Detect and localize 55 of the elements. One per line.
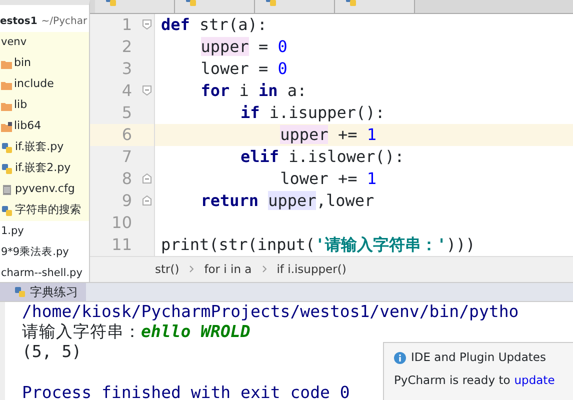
code-line: for i in a:	[200, 80, 307, 102]
code-line: lower += 1	[280, 168, 376, 190]
notification-title: IDE and Plugin Updates	[411, 349, 546, 366]
console-command: /home/kiosk/PycharmProjects/westos1/venv/bin/pytho	[22, 302, 519, 322]
tree-item[interactable]: bin	[14, 55, 32, 72]
code-line: print(str(input('请输入字符串：')))	[161, 234, 476, 256]
line-number: 11	[110, 234, 133, 256]
folder-icon	[1, 100, 12, 110]
chevron-icon	[262, 265, 267, 274]
tree-item[interactable]: lib	[14, 97, 28, 114]
info-icon	[394, 352, 406, 364]
breadcrumb[interactable]: for i in a	[204, 260, 252, 278]
python-file-icon	[1, 162, 13, 174]
line-number: 5	[120, 102, 133, 124]
code-line: if i.isupper():	[240, 102, 385, 124]
tree-item[interactable]: charm--shell.py	[1, 266, 82, 282]
run-tab[interactable]: 字典练习	[0, 283, 86, 301]
line-number: 1	[120, 14, 133, 36]
line-number: 7	[120, 146, 133, 168]
console-output: 请输入字符串：ehllo WROLD	[22, 322, 250, 342]
folder-icon	[1, 80, 12, 90]
python-file-icon	[14, 286, 26, 298]
editor-tab[interactable]	[95, 0, 175, 13]
python-file-icon	[1, 204, 13, 216]
project-path: ~/Pychar	[41, 14, 88, 28]
console-output: (5, 5)	[22, 342, 82, 362]
breadcrumb[interactable]: if i.isupper()	[276, 260, 346, 278]
code-line: lower = 0	[200, 58, 288, 80]
line-number: 2	[120, 36, 133, 58]
console-command: Process finished with exit code 0	[22, 383, 350, 400]
notification-text: PyCharm is ready to	[394, 372, 510, 390]
python-file-icon	[1, 142, 13, 154]
line-number: 9	[120, 190, 133, 212]
line-number: 4	[120, 80, 133, 102]
line-number: 3	[120, 58, 133, 80]
line-number: 8	[120, 168, 133, 190]
folder-icon	[1, 122, 12, 132]
editor-tab[interactable]	[255, 0, 335, 13]
breadcrumb[interactable]: str()	[155, 260, 180, 278]
tree-item[interactable]: 9*9乘法表.py	[1, 244, 69, 260]
file-icon	[1, 184, 13, 196]
code-line: upper = 0	[200, 36, 288, 58]
editor-tab[interactable]	[175, 0, 255, 13]
update-link[interactable]: update	[514, 372, 555, 390]
chevron-icon	[189, 265, 194, 274]
code-line: elif i.islower():	[240, 146, 404, 168]
folder-icon	[1, 58, 12, 68]
project-name: estos1	[0, 14, 38, 28]
tree-item[interactable]: 1.py	[1, 224, 24, 240]
editor-tab[interactable]	[335, 0, 415, 13]
code-line: return upper,lower	[200, 190, 374, 212]
code-line: def str(a):	[161, 14, 267, 36]
line-number: 10	[110, 212, 133, 234]
code-line: upper += 1	[280, 124, 376, 146]
line-number: 6	[120, 124, 133, 146]
